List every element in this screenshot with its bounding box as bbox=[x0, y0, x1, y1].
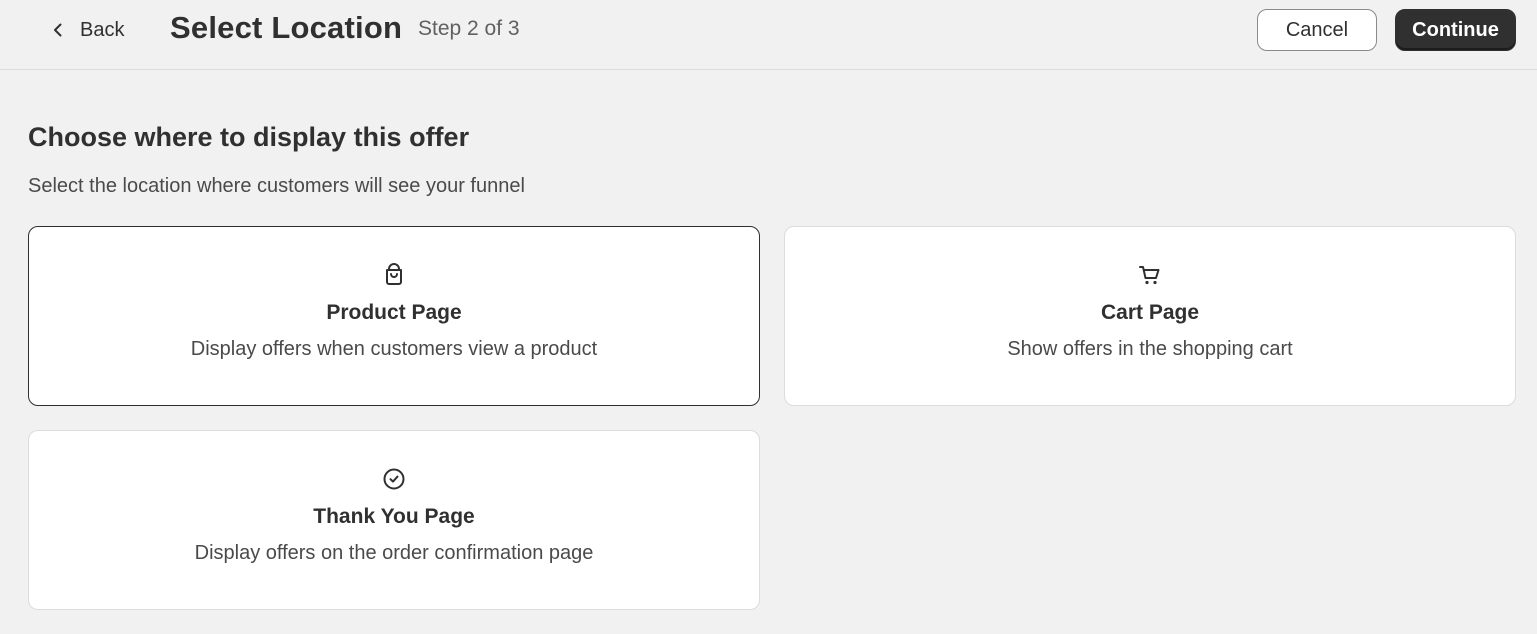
card-description: Show offers in the shopping cart bbox=[1007, 338, 1293, 360]
continue-button[interactable]: Continue bbox=[1395, 9, 1516, 51]
back-label: Back bbox=[80, 18, 125, 41]
shopping-bag-icon bbox=[386, 263, 402, 285]
location-card-product-page[interactable]: Product Page Display offers when custome… bbox=[28, 226, 760, 406]
card-description: Display offers on the order confirmation… bbox=[194, 542, 594, 564]
card-title: Thank You Page bbox=[313, 505, 475, 528]
card-title: Product Page bbox=[326, 301, 462, 324]
top-bar: Back Select Location Step 2 of 3 Cancel … bbox=[0, 0, 1537, 70]
back-button[interactable]: Back bbox=[42, 12, 132, 48]
section-heading: Choose where to display this offer bbox=[28, 122, 470, 152]
location-card-thank-you-page[interactable]: Thank You Page Display offers on the ord… bbox=[28, 430, 760, 610]
step-indicator: Step 2 of 3 bbox=[418, 17, 520, 40]
page-title: Select Location bbox=[170, 10, 403, 45]
check-circle-icon bbox=[383, 468, 405, 490]
location-card-cart-page[interactable]: Cart Page Show offers in the shopping ca… bbox=[784, 226, 1516, 406]
card-title: Cart Page bbox=[1100, 301, 1200, 324]
section-subheading: Select the location where customers will… bbox=[28, 175, 525, 197]
cart-icon bbox=[1139, 266, 1160, 285]
card-description: Display offers when customers view a pro… bbox=[190, 338, 598, 360]
chevron-left-icon bbox=[54, 23, 62, 37]
cancel-button[interactable]: Cancel bbox=[1257, 9, 1377, 51]
